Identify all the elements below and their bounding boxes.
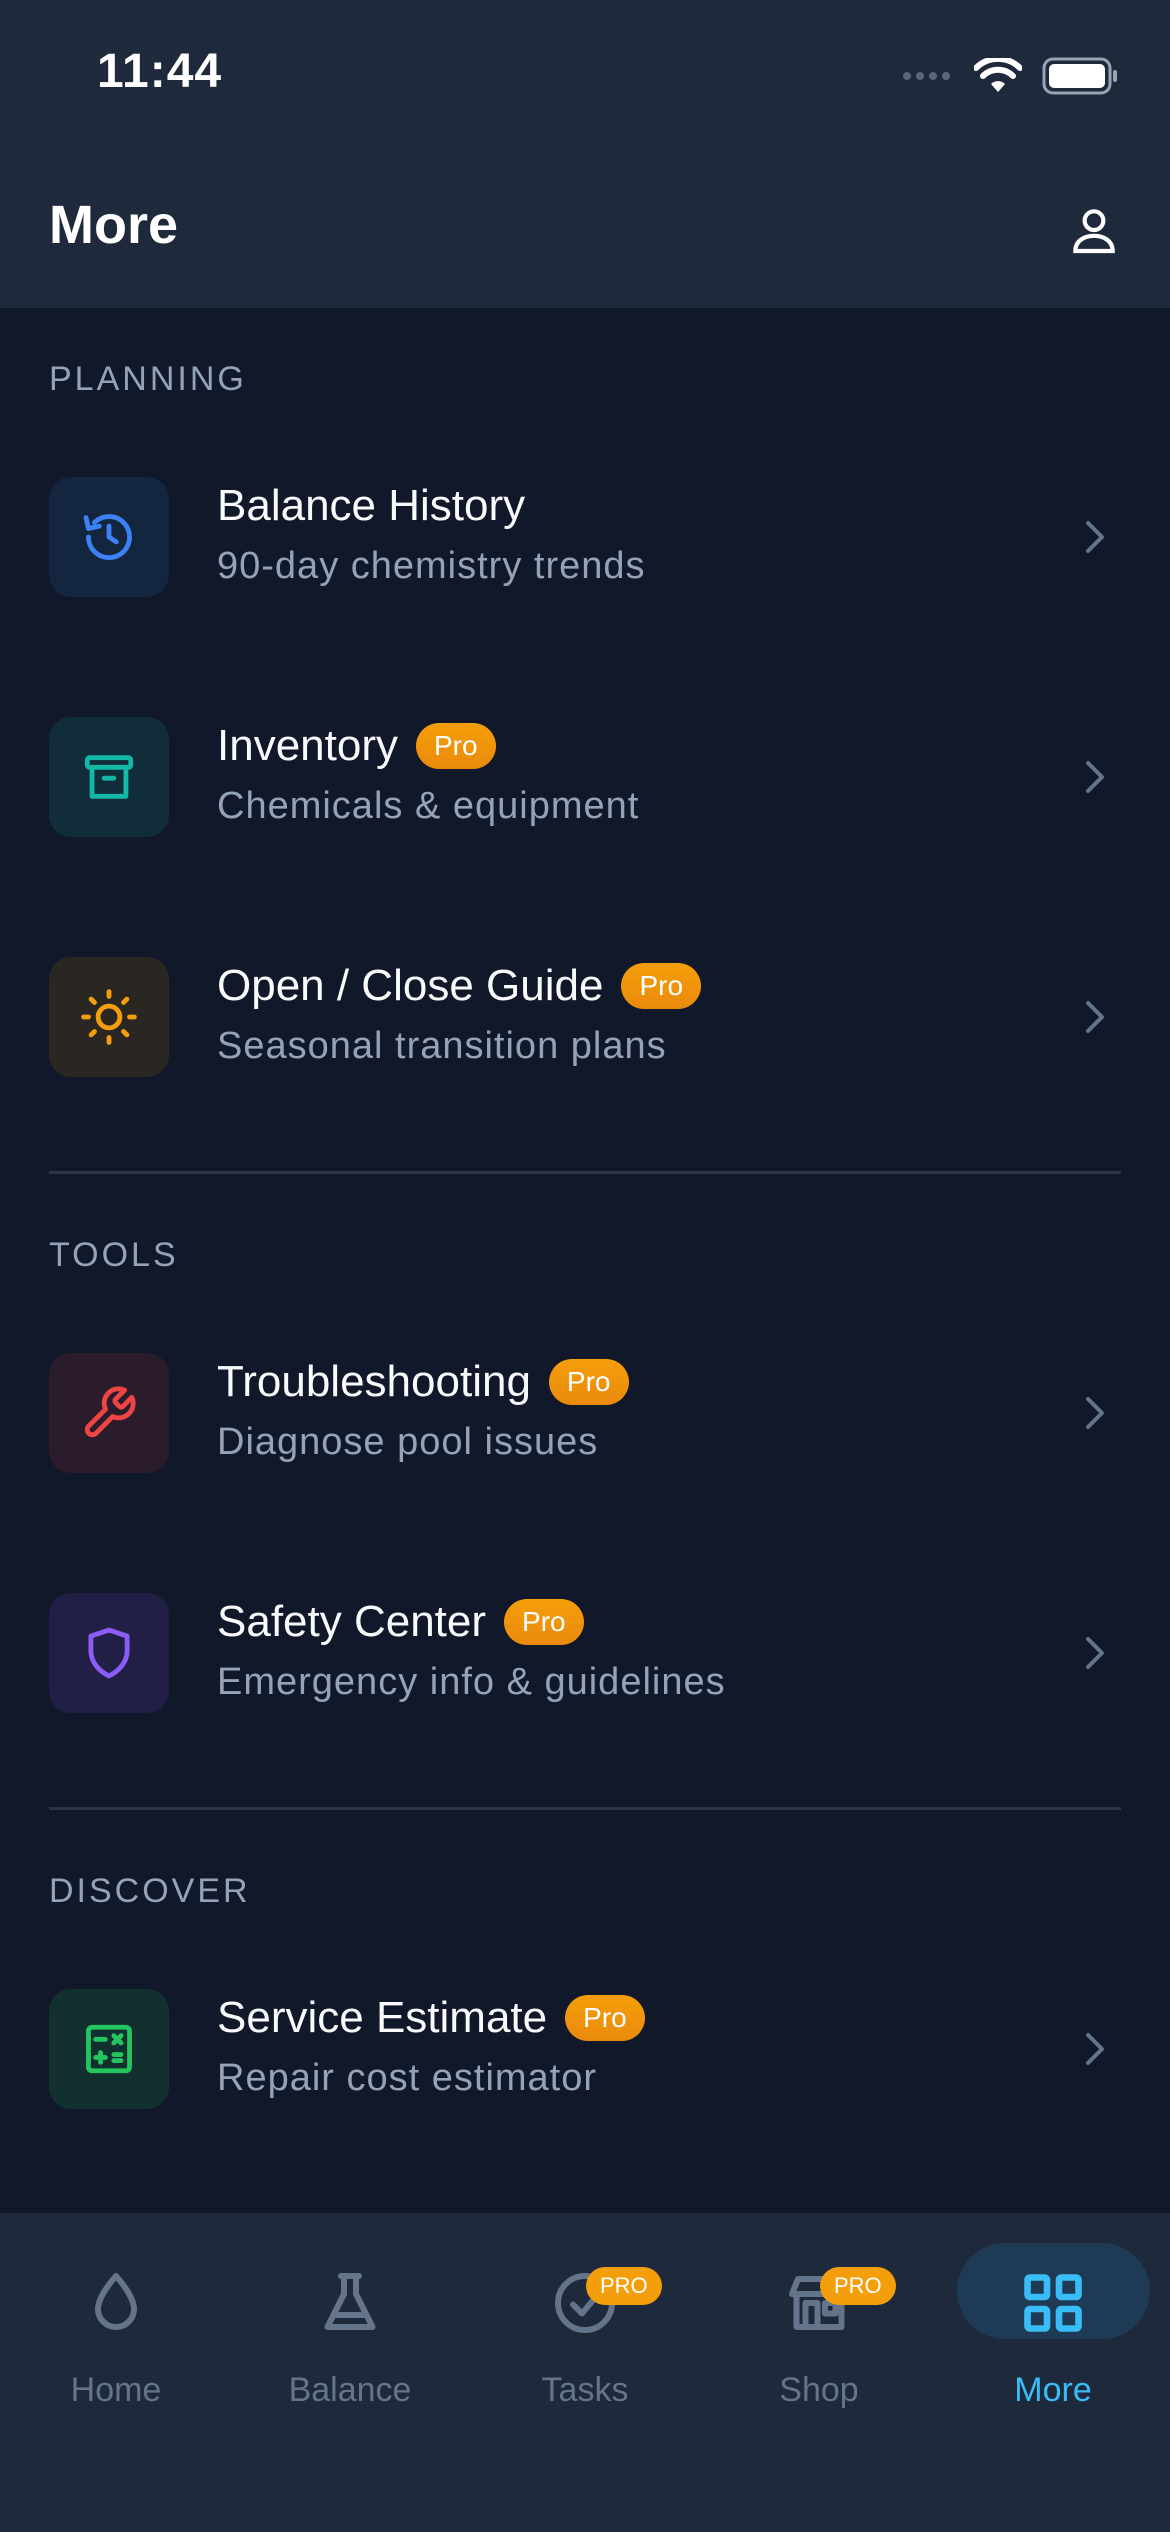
pro-badge: Pro bbox=[565, 1995, 645, 2041]
user-icon bbox=[1073, 209, 1115, 254]
tab-home[interactable]: Home bbox=[21, 2243, 211, 2409]
pro-badge: Pro bbox=[621, 963, 702, 1009]
pro-badge: PRO bbox=[586, 2267, 662, 2305]
chevron-right-icon bbox=[1086, 521, 1104, 553]
section-label-tools: TOOLS bbox=[49, 1236, 179, 1274]
grid-icon bbox=[1024, 2274, 1082, 2332]
menu-item-title: Balance History bbox=[217, 481, 526, 530]
tab-shop[interactable]: PRO Shop bbox=[724, 2243, 914, 2409]
menu-item-subtitle: Seasonal transition plans bbox=[217, 1025, 667, 1067]
section-divider bbox=[49, 1171, 1121, 1174]
pro-badge: Pro bbox=[504, 1599, 584, 1645]
pro-badge: Pro bbox=[548, 1359, 629, 1405]
menu-item-subtitle: Repair cost estimator bbox=[217, 2057, 598, 2099]
chevron-right-icon bbox=[1086, 761, 1104, 793]
more-menu: PLANNING Balance History 90-day chemistr… bbox=[0, 308, 1170, 2213]
section-label-planning: PLANNING bbox=[49, 360, 247, 398]
menu-item-subtitle: Chemicals & equipment bbox=[217, 785, 640, 827]
tab-label: Tasks bbox=[541, 2371, 629, 2409]
menu-item-service-estimate[interactable]: Service Estimate Pro Repair cost estimat… bbox=[0, 1979, 1170, 2119]
signal-icon bbox=[903, 72, 950, 80]
tab-label: Home bbox=[70, 2371, 162, 2409]
tab-label: Shop bbox=[779, 2371, 859, 2409]
status-icons bbox=[902, 54, 1118, 98]
menu-item-subtitle: Emergency info & guidelines bbox=[217, 1661, 726, 1703]
section-divider bbox=[49, 1807, 1121, 1810]
menu-item-safety-center[interactable]: Safety Center Pro Emergency info & guide… bbox=[0, 1583, 1170, 1723]
calculator-icon bbox=[49, 1989, 169, 2109]
sun-icon bbox=[49, 957, 169, 1077]
menu-item-title: Troubleshooting bbox=[217, 1357, 531, 1406]
menu-item-inventory[interactable]: Inventory Pro Chemicals & equipment bbox=[0, 707, 1170, 847]
menu-item-title: Open / Close Guide bbox=[217, 961, 604, 1010]
tab-label: Balance bbox=[288, 2371, 412, 2409]
flask-icon bbox=[324, 2273, 376, 2330]
wrench-icon bbox=[49, 1353, 169, 1473]
page-title: More bbox=[49, 195, 179, 255]
chevron-right-icon bbox=[1086, 2033, 1104, 2065]
chevron-right-icon bbox=[1086, 1637, 1104, 1669]
status-time: 11:44 bbox=[97, 45, 223, 98]
menu-item-subtitle: Diagnose pool issues bbox=[217, 1421, 599, 1463]
menu-item-open-close-guide[interactable]: Open / Close Guide Pro Seasonal transiti… bbox=[0, 947, 1170, 1087]
tab-balance[interactable]: Balance bbox=[255, 2243, 445, 2409]
menu-item-title: Safety Center bbox=[217, 1597, 487, 1646]
pro-badge: PRO bbox=[820, 2267, 896, 2305]
profile-button[interactable] bbox=[1058, 194, 1130, 266]
menu-item-balance-history[interactable]: Balance History 90-day chemistry trends bbox=[0, 467, 1170, 607]
archive-box-icon bbox=[49, 717, 169, 837]
wifi-icon bbox=[974, 58, 1022, 92]
tab-more[interactable]: More bbox=[958, 2243, 1148, 2409]
bottom-tab-bar: Home Balance PRO Tasks PRO Shop More bbox=[0, 2213, 1170, 2532]
water-drop-icon bbox=[95, 2273, 137, 2330]
shield-icon bbox=[49, 1593, 169, 1713]
history-icon bbox=[49, 477, 169, 597]
battery-icon bbox=[1042, 57, 1117, 95]
tab-tasks[interactable]: PRO Tasks bbox=[490, 2243, 680, 2409]
status-bar: 11:44 bbox=[0, 0, 1170, 150]
app-header: More bbox=[0, 150, 1170, 308]
menu-item-subtitle: 90-day chemistry trends bbox=[217, 545, 646, 587]
section-label-discover: DISCOVER bbox=[49, 1872, 251, 1910]
menu-item-troubleshooting[interactable]: Troubleshooting Pro Diagnose pool issues bbox=[0, 1343, 1170, 1483]
tab-label: More bbox=[1014, 2371, 1092, 2409]
chevron-right-icon bbox=[1086, 1397, 1104, 1429]
menu-item-title: Inventory bbox=[217, 721, 398, 770]
chevron-right-icon bbox=[1086, 1001, 1104, 1033]
pro-badge: Pro bbox=[415, 723, 496, 769]
menu-item-title: Service Estimate bbox=[217, 1993, 548, 2042]
